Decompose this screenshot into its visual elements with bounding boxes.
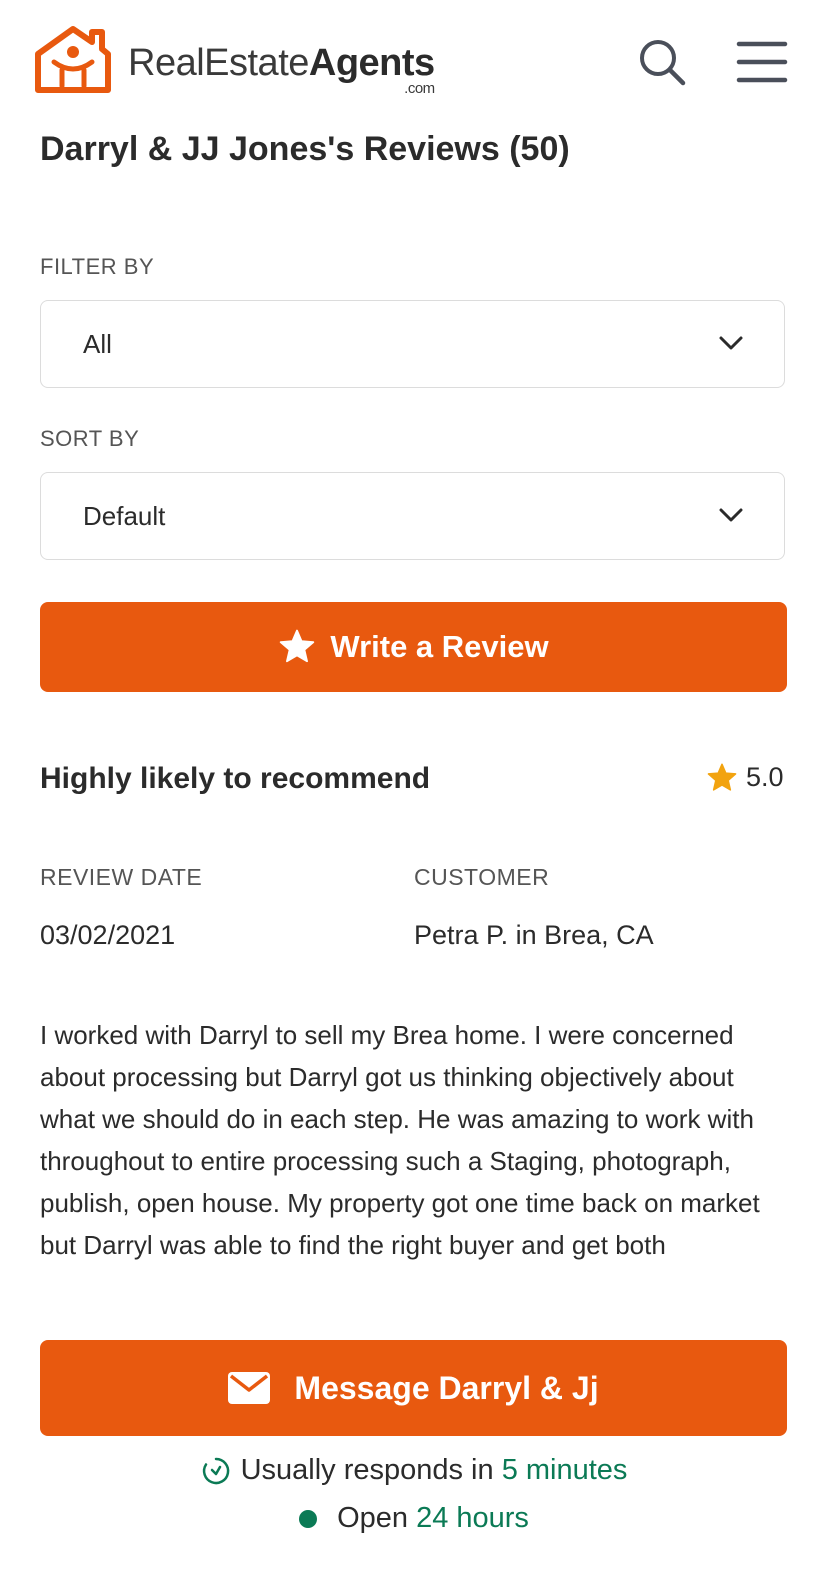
customer-name: Petra P. in Brea, CA [414,920,654,950]
sort-select[interactable]: Default [40,472,785,560]
star-icon [280,629,315,663]
review-date-label: REVIEW DATE [40,864,203,890]
site-header: RealEstateAgents .com [0,0,828,122]
contact-footer: Message Darryl & Jj Usually responds in … [0,1296,828,1570]
search-icon [640,40,686,86]
site-logo[interactable]: RealEstateAgents .com [32,24,435,97]
open-prefix: Open [337,1502,409,1534]
message-button-label: Message Darryl & Jj [294,1369,599,1406]
sort-selected-value: Default [83,501,166,531]
sort-label: SORT BY [40,426,140,451]
review-date: 03/02/2021 [40,920,176,950]
response-time: Usually responds in 5 minutes [0,1454,828,1487]
star-icon [707,763,737,791]
review-headline: Highly likely to recommend [40,762,431,795]
timer-icon [202,1457,229,1484]
page-title: Darryl & JJ Jones's Reviews (50) [40,130,570,168]
review-rating: 5.0 [706,762,784,793]
hamburger-menu-icon [736,41,788,83]
logo-domain-suffix: .com [404,80,435,97]
menu-button[interactable] [736,40,788,84]
open-status-dot-icon [299,1509,318,1528]
search-button[interactable] [638,38,686,86]
filter-label: FILTER BY [40,254,155,279]
review-body: I worked with Darryl to sell my Brea hom… [40,1020,760,1260]
logo-wordmark: RealEstateAgents .com [128,42,435,97]
envelope-icon [228,1372,271,1404]
house-logo-icon [35,26,111,93]
write-review-label: Write a Review [330,629,549,664]
open-hours-value: 24 hours [416,1502,529,1534]
filter-selected-value: All [83,329,112,359]
chevron-down-icon [719,336,743,350]
chevron-down-icon [719,508,743,522]
customer-label: CUSTOMER [414,864,550,890]
open-hours: Open 24 hours [0,1502,828,1535]
message-agent-button[interactable]: Message Darryl & Jj [40,1340,787,1436]
response-time-value: 5 minutes [501,1454,628,1486]
rating-value: 5.0 [746,762,784,792]
response-prefix: Usually responds in [240,1454,494,1486]
write-review-button[interactable]: Write a Review [40,602,787,692]
filter-select[interactable]: All [40,300,785,388]
